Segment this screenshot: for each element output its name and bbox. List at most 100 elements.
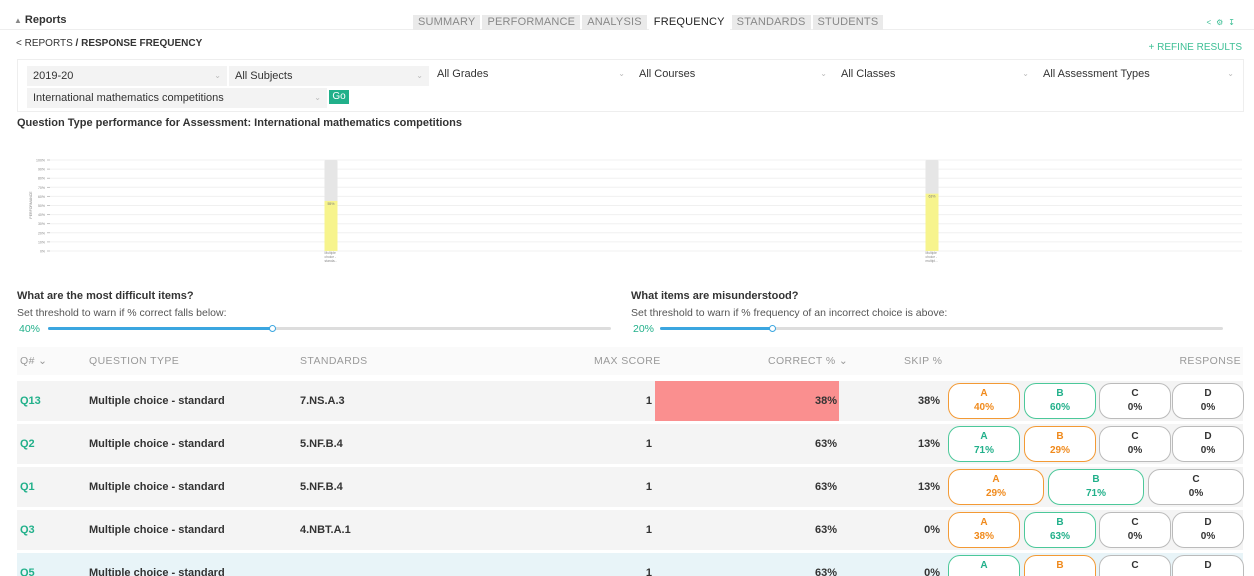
max-score: 1 [645, 438, 652, 450]
subject-select[interactable]: All Subjects ⌄ [229, 66, 429, 86]
question-number-link[interactable]: Q3 [20, 510, 35, 550]
chevron-down-icon: ⌄ [1022, 69, 1029, 78]
y-tick-label: 90% [38, 168, 45, 172]
question-number-link[interactable]: Q13 [20, 381, 41, 421]
y-tick-label: 50% [38, 204, 45, 208]
chevron-down-icon: ⌄ [416, 71, 423, 80]
response-choice-percent: 71% [1085, 488, 1106, 499]
response-choice[interactable]: D 0% [1172, 426, 1244, 462]
header-standards: STANDARDS [300, 355, 368, 367]
breadcrumb-back-link[interactable]: < REPORTS [16, 38, 73, 49]
grade-select[interactable]: All Grades ⌄ [431, 64, 631, 84]
table-header: Q# ⌄ QUESTION TYPE STANDARDS MAX SCORE C… [17, 347, 1243, 375]
difficult-items-title: What are the most difficult items? [17, 290, 194, 302]
header-question-number[interactable]: Q# ⌄ [20, 347, 47, 375]
chart-title: Question Type performance for Assessment… [17, 117, 462, 129]
tab-analysis[interactable]: ANALYSIS [582, 15, 647, 30]
year-select[interactable]: 2019-20 ⌄ [27, 66, 227, 86]
response-choice-label: B [1092, 474, 1100, 485]
refine-results-link[interactable]: + REFINE RESULTS [1149, 42, 1242, 53]
table-row[interactable]: Q5 Multiple choice - standard 1 63% 0% A B C D [17, 553, 1244, 576]
correct-percent: 38% [814, 395, 837, 407]
difficult-threshold-fill [48, 327, 273, 330]
correct-percent: 63% [814, 567, 837, 576]
skip-percent: 0% [924, 567, 940, 576]
chevron-down-icon: ⌄ [820, 69, 827, 78]
response-choice[interactable]: B [1024, 555, 1096, 576]
tab-standards[interactable]: STANDARDS [731, 15, 811, 30]
gear-icon[interactable]: ⚙ [1216, 18, 1228, 27]
download-icon[interactable]: ↧ [1228, 18, 1240, 27]
max-score: 1 [645, 481, 652, 493]
assessment-select[interactable]: International mathematics competitions ⌄ [27, 88, 327, 108]
tab-students[interactable]: STUDENTS [812, 15, 884, 30]
response-choice[interactable]: B 63% [1024, 512, 1096, 548]
assessment-type-select[interactable]: All Assessment Types ⌄ [1037, 64, 1240, 84]
response-choice[interactable]: C 0% [1099, 512, 1171, 548]
header-max-score: MAX SCORE [594, 355, 661, 367]
reports-menu[interactable]: ▲ Reports [14, 14, 66, 26]
back-icon[interactable]: < [1206, 18, 1216, 27]
sort-icon: ⌄ [38, 355, 48, 367]
response-choice[interactable]: A 40% [948, 383, 1020, 419]
response-choice[interactable]: B 29% [1024, 426, 1096, 462]
response-choice[interactable]: C 0% [1099, 426, 1171, 462]
response-choice-label: B [1056, 517, 1064, 528]
question-type: Multiple choice - standard [89, 481, 225, 493]
chevron-down-icon: ⌄ [314, 93, 321, 102]
reports-title: Reports [24, 14, 67, 26]
question-number-link[interactable]: Q1 [20, 467, 35, 507]
course-select[interactable]: All Courses ⌄ [633, 64, 833, 84]
header-skip-percent: SKIP % [904, 355, 943, 367]
response-choice[interactable]: C 0% [1148, 469, 1244, 505]
response-choice-percent: 38% [973, 531, 994, 542]
response-choice[interactable]: D [1172, 555, 1244, 576]
misunderstood-threshold-handle[interactable] [769, 325, 776, 332]
skip-percent: 38% [917, 395, 940, 407]
difficult-threshold-handle[interactable] [269, 325, 276, 332]
course-select-value: All Courses [639, 68, 696, 80]
response-choice[interactable]: C 0% [1099, 383, 1171, 419]
response-choice-percent: 0% [1127, 531, 1143, 542]
skip-percent: 0% [924, 524, 940, 536]
go-button[interactable]: Go [329, 90, 349, 104]
reports-toggle-icon: ▲ [14, 16, 22, 25]
question-number-link[interactable]: Q5 [20, 553, 35, 576]
question-type: Multiple choice - standard [89, 567, 225, 576]
response-choice-label: D [1204, 560, 1212, 571]
standard-code: 5.NF.B.4 [300, 438, 343, 450]
response-choice[interactable]: D 0% [1172, 512, 1244, 548]
response-choice[interactable]: B 60% [1024, 383, 1096, 419]
header-correct-percent-label: CORRECT % [768, 355, 836, 367]
grade-select-value: All Grades [437, 68, 489, 80]
response-choice-percent: 0% [1188, 488, 1204, 499]
response-choice-label: A [980, 560, 988, 571]
response-choice-percent: 0% [1200, 402, 1216, 413]
response-choice[interactable]: A 71% [948, 426, 1020, 462]
response-choice[interactable]: C [1099, 555, 1171, 576]
table-row[interactable]: Q2 Multiple choice - standard 5.NF.B.4 1 63%… [17, 424, 1244, 464]
difficult-items-subtitle: Set threshold to warn if % correct falls… [17, 307, 227, 319]
response-choice-percent: 60% [1049, 402, 1070, 413]
response-choice[interactable]: B 71% [1048, 469, 1144, 505]
response-choice[interactable]: A [948, 555, 1020, 576]
class-select[interactable]: All Classes ⌄ [835, 64, 1035, 84]
table-row[interactable]: Q3 Multiple choice - standard 4.NBT.A.1 1 63… [17, 510, 1244, 550]
response-choice-percent: 0% [1200, 531, 1216, 542]
x-category-label: multipl... [926, 259, 938, 263]
question-number-link[interactable]: Q2 [20, 424, 35, 464]
response-choice-percent: 29% [1049, 445, 1070, 456]
response-choice[interactable]: A 38% [948, 512, 1020, 548]
tab-frequency[interactable]: FREQUENCY [648, 15, 730, 30]
response-choice[interactable]: A 29% [948, 469, 1044, 505]
tab-performance[interactable]: PERFORMANCE [482, 15, 581, 30]
table-row[interactable]: Q13 Multiple choice - standard 7.NS.A.3 1 38… [17, 381, 1244, 421]
header-correct-percent[interactable]: CORRECT % ⌄ [768, 347, 848, 375]
tab-summary[interactable]: SUMMARY [413, 15, 481, 30]
header-question-number-label: Q# [20, 355, 35, 367]
table-row[interactable]: Q1 Multiple choice - standard 5.NF.B.4 1 63%… [17, 467, 1244, 507]
response-choice[interactable]: D 0% [1172, 383, 1244, 419]
correct-percent: 63% [814, 438, 837, 450]
misunderstood-items-subtitle: Set threshold to warn if % frequency of … [631, 307, 948, 319]
question-type: Multiple choice - standard [89, 395, 225, 407]
